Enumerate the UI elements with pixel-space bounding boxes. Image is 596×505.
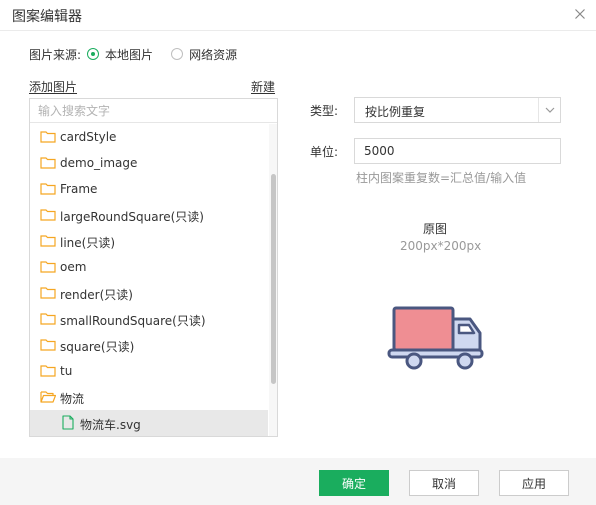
- tree-item-label: oem: [60, 260, 87, 274]
- tree-item-label: largeRoundSquare(只读): [60, 210, 204, 224]
- dialog-header: 图案编辑器: [0, 0, 596, 31]
- tree-item-label: 物流车.svg: [80, 418, 141, 432]
- type-select[interactable]: 按比例重复: [354, 97, 561, 123]
- tree-item-label: square(只读): [60, 340, 135, 354]
- tree-scrollbar[interactable]: [269, 124, 277, 436]
- search-input[interactable]: [30, 99, 277, 123]
- tree-item-logistics-truck-svg[interactable]: 物流车.svg: [30, 410, 268, 436]
- type-label: 类型:: [310, 104, 339, 118]
- tree-item-label: render(只读): [60, 288, 133, 302]
- radio-local-image-indicator[interactable]: [87, 48, 100, 60]
- folder-icon: [40, 183, 56, 195]
- pattern-editor-dialog: 图案编辑器 图片来源: 本地图片 网络资源 添加图片 新建 cardStyle …: [0, 0, 596, 505]
- tree-item-label: cardStyle: [60, 130, 117, 144]
- folder-icon: [40, 209, 56, 221]
- folder-icon: [40, 157, 56, 169]
- unit-hint: 柱内图案重复数=汇总值/输入值: [356, 171, 527, 185]
- image-tree-list: cardStyle demo_image Frame largeRoundSqu…: [30, 124, 268, 436]
- tree-item-logistics[interactable]: 物流: [30, 384, 268, 410]
- tree-item-label: line(只读): [60, 236, 116, 250]
- tree-item-cardstyle[interactable]: cardStyle: [30, 124, 268, 150]
- tree-item-largeroundsquare[interactable]: largeRoundSquare(只读): [30, 202, 268, 228]
- svg-file-icon: [62, 415, 74, 430]
- radio-network-resource[interactable]: 网络资源: [171, 46, 237, 63]
- folder-icon: [40, 313, 56, 325]
- preview-size: 200px*200px: [400, 239, 482, 253]
- tree-item-label: Frame: [60, 182, 98, 196]
- tree-item-square[interactable]: square(只读): [30, 332, 268, 358]
- tree-item-frame[interactable]: Frame: [30, 176, 268, 202]
- preview-title: 原图: [423, 222, 448, 236]
- radio-local-image[interactable]: 本地图片: [87, 46, 153, 63]
- folder-icon: [40, 365, 56, 377]
- unit-input[interactable]: [354, 138, 561, 164]
- folder-icon: [40, 287, 56, 299]
- tree-item-label: 物流: [60, 392, 85, 406]
- folder-open-icon: [40, 391, 56, 403]
- tree-item-line[interactable]: line(只读): [30, 228, 268, 254]
- image-source-label: 图片来源:: [29, 47, 82, 62]
- image-source-row: 图片来源: 本地图片 网络资源: [29, 45, 255, 63]
- apply-button[interactable]: 应用: [499, 470, 569, 496]
- tree-item-demo-image[interactable]: demo_image: [30, 150, 268, 176]
- tree-item-label: tu: [60, 364, 73, 378]
- folder-icon: [40, 235, 56, 247]
- chevron-down-icon: [545, 107, 555, 113]
- radio-network-resource-label: 网络资源: [189, 47, 238, 62]
- unit-label: 单位:: [310, 145, 339, 159]
- truck-icon: [387, 306, 484, 370]
- tree-item-label: demo_image: [60, 156, 138, 170]
- image-tree-panel: cardStyle demo_image Frame largeRoundSqu…: [29, 98, 278, 437]
- ok-button[interactable]: 确定: [319, 470, 389, 496]
- type-select-toggle[interactable]: [538, 98, 560, 122]
- close-icon[interactable]: [572, 6, 588, 22]
- tree-item-render[interactable]: render(只读): [30, 280, 268, 306]
- folder-icon: [40, 131, 56, 143]
- type-select-value: 按比例重复: [365, 105, 426, 119]
- tree-item-oem[interactable]: oem: [30, 254, 268, 280]
- radio-local-image-label: 本地图片: [105, 47, 154, 62]
- dialog-title: 图案编辑器: [12, 9, 82, 25]
- tree-scrollbar-thumb[interactable]: [271, 174, 276, 384]
- new-button[interactable]: 新建: [251, 78, 275, 95]
- cancel-button[interactable]: 取消: [409, 470, 479, 496]
- tree-item-label: smallRoundSquare(只读): [60, 314, 206, 328]
- radio-network-resource-indicator[interactable]: [171, 48, 184, 60]
- tree-item-smallroundsquare[interactable]: smallRoundSquare(只读): [30, 306, 268, 332]
- add-image-label: 添加图片: [29, 80, 78, 94]
- tree-item-tu[interactable]: tu: [30, 358, 268, 384]
- folder-icon: [40, 339, 56, 351]
- folder-icon: [40, 261, 56, 273]
